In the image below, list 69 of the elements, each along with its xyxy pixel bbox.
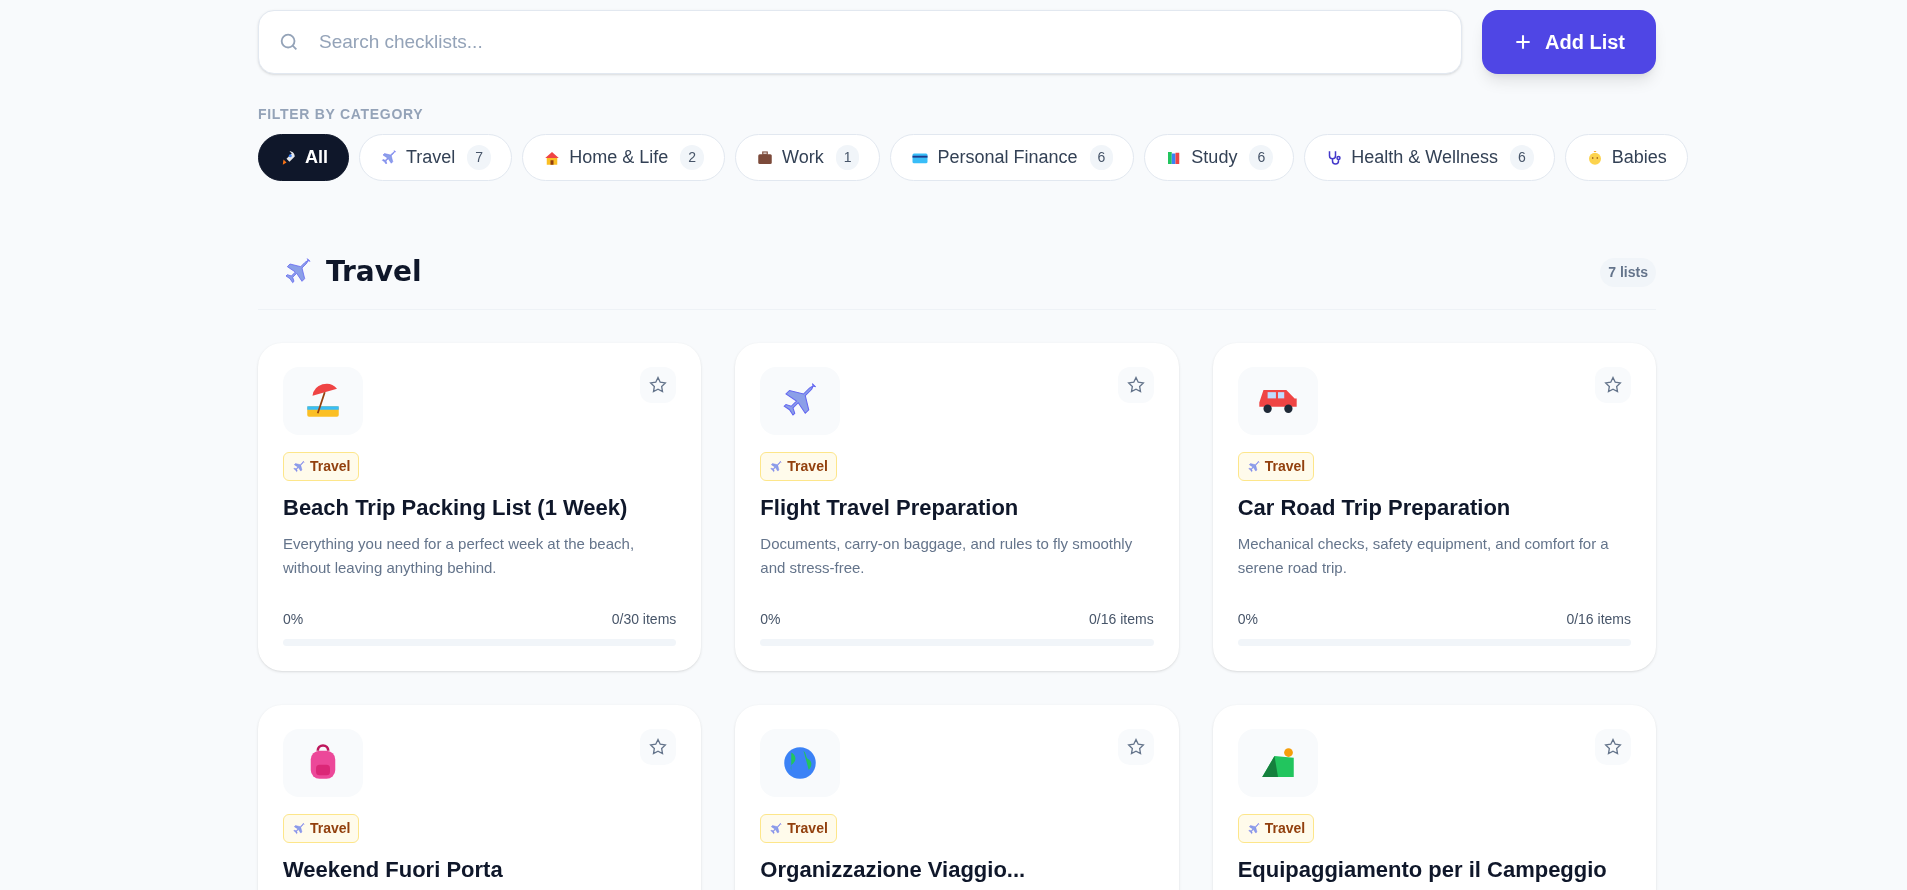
category-chip[interactable]: Travel 7 xyxy=(359,134,513,181)
card-title: Beach Trip Packing List (1 Week) xyxy=(283,494,629,522)
category-tag: Travel xyxy=(283,814,360,843)
category-tag: Travel xyxy=(1237,814,1315,843)
category-tag: Travel xyxy=(1237,452,1315,481)
checklist-card[interactable]: Travel Beach Trip Packing List (1 Week) Everything you need for a perfect week at the beach, without leaving anything behind. 0% 0/30 items xyxy=(258,343,702,671)
star-icon xyxy=(648,375,669,395)
car-icon xyxy=(1256,387,1299,415)
category-chip[interactable]: Health & Wellness 6 xyxy=(1304,134,1555,181)
search-icon xyxy=(278,31,300,53)
card-description: Documents, carry-on baggage, and rules to fly smoothly and stress-free. xyxy=(760,534,1134,578)
filter-label: FILTER BY CATEGORY xyxy=(258,105,425,124)
card-description: Mechanical checks, safety equipment, and comfort for a serene road trip. xyxy=(1237,534,1610,578)
item-count: 0/30 items xyxy=(611,610,677,629)
progress-percent: 0% xyxy=(760,610,781,629)
category-chip[interactable]: Babies xyxy=(1564,134,1688,181)
favorite-button[interactable] xyxy=(640,729,677,765)
star-icon xyxy=(648,737,669,757)
count-badge: 6 xyxy=(1509,145,1534,170)
briefcase-icon xyxy=(756,148,774,167)
category-tag: Travel xyxy=(760,452,837,481)
star-icon xyxy=(1125,375,1146,395)
card-description: Everything you need for a perfect week at the beach, without leaving anything behind. xyxy=(283,534,636,578)
list-count-badge: 7 lists xyxy=(1600,257,1656,287)
checklist-card[interactable]: Travel Organizzazione Viaggio... xyxy=(735,705,1179,890)
star-icon xyxy=(1603,737,1623,757)
favorite-button[interactable] xyxy=(1117,729,1154,765)
card-title: Car Road Trip Preparation xyxy=(1237,494,1512,522)
checklist-card[interactable]: Travel Car Road Trip Preparation Mechanical checks, safety equipment, and comfort for a serene road trip. 0% 0/16 items xyxy=(1212,343,1656,671)
checklist-card[interactable]: Travel Flight Travel Preparation Documents, carry-on baggage, and rules to fly smoothly and stress-free. 0% 0/16 items xyxy=(735,343,1179,671)
category-chip[interactable]: Study 6 xyxy=(1144,134,1295,181)
add-list-button[interactable]: Add List xyxy=(1482,10,1656,74)
card-title: Organizzazione Viaggio... xyxy=(760,856,1027,884)
airplane-icon xyxy=(1246,821,1261,836)
airplane-icon xyxy=(292,821,306,836)
favorite-button[interactable] xyxy=(1595,367,1631,403)
count-badge: 1 xyxy=(835,145,860,170)
airplane-icon xyxy=(380,148,398,167)
progress-percent: 0% xyxy=(283,610,304,629)
category-chip[interactable]: Personal Finance 6 xyxy=(890,134,1135,181)
category-chip[interactable]: Home & Life 2 xyxy=(522,134,725,181)
favorite-button[interactable] xyxy=(1117,367,1154,403)
category-tag: Travel xyxy=(760,814,837,843)
favorite-button[interactable] xyxy=(1595,729,1631,765)
favorite-button[interactable] xyxy=(640,367,677,403)
count-badge: 2 xyxy=(680,145,704,170)
airplane-icon xyxy=(1246,459,1261,474)
checklist-card[interactable]: Travel Weekend Fuori Porta xyxy=(258,705,702,890)
card-title: Flight Travel Preparation xyxy=(760,494,1020,522)
count-badge: 6 xyxy=(1249,145,1274,170)
progress-percent: 0% xyxy=(1237,610,1258,629)
airplane-icon xyxy=(769,821,784,836)
star-icon xyxy=(1125,737,1146,757)
count-badge: 6 xyxy=(1089,145,1114,170)
section-title: Travel xyxy=(326,254,422,290)
card-title: Weekend Fuori Porta xyxy=(283,856,504,884)
category-chip[interactable]: Work 1 xyxy=(735,134,881,181)
airplane-icon xyxy=(292,459,306,474)
count-badge: 7 xyxy=(467,145,492,170)
category-chip[interactable]: All xyxy=(258,134,349,181)
star-icon xyxy=(1603,375,1623,395)
category-tag: Travel xyxy=(283,452,360,481)
card-title: Equipaggiamento per il Campeggio xyxy=(1237,856,1608,884)
item-count: 0/16 items xyxy=(1566,610,1631,629)
checklist-card[interactable]: Travel Equipaggiamento per il Campeggio xyxy=(1212,705,1656,890)
airplane-icon xyxy=(769,459,784,474)
item-count: 0/16 items xyxy=(1089,610,1154,629)
plus-icon xyxy=(1513,32,1533,52)
search-field[interactable]: Search checklists... xyxy=(258,10,1462,74)
